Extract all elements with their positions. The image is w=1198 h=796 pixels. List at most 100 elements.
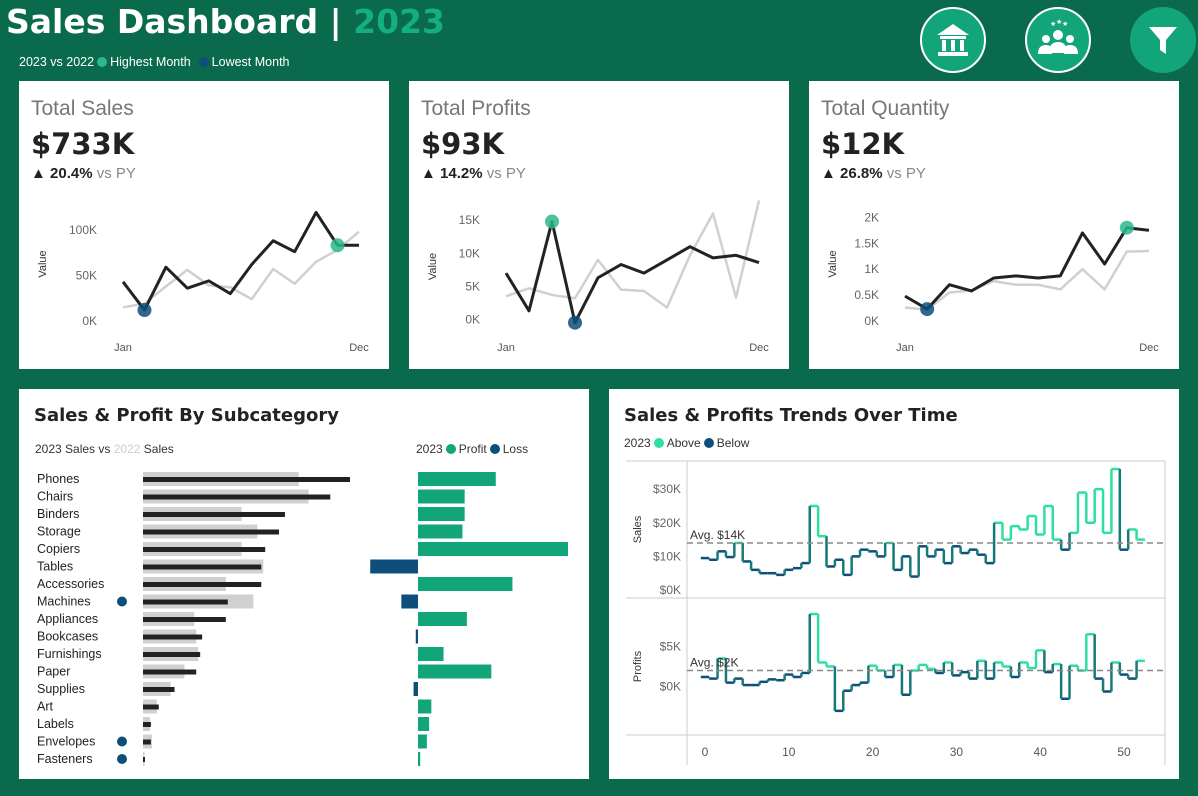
x-tick-label: 50 [1117, 745, 1131, 759]
x-tick-label: Jan [497, 342, 515, 354]
series-line-2023 [504, 220, 760, 325]
y-tick-label: 1K [864, 262, 879, 276]
legend-lowest-month: Lowest Month [211, 55, 290, 69]
sales-2023-bar [143, 669, 197, 675]
nav-filter-button[interactable] [1130, 7, 1196, 73]
profit-bar [418, 717, 430, 731]
sales-2023-bar [143, 652, 201, 657]
pane-axis-label: Sales [632, 515, 644, 543]
loss-bar [415, 629, 418, 644]
series-line-2022 [122, 230, 360, 309]
pane-axis-label: Profits [632, 650, 644, 682]
x-tick-label: Jan [896, 342, 914, 354]
sales-2023-bar [143, 477, 350, 482]
highest-month-dot-icon [97, 57, 108, 67]
highest-month-marker [330, 238, 345, 253]
sales-2023-bar [143, 599, 228, 605]
x-tick-label: Dec [1139, 342, 1159, 354]
loss-bar [401, 594, 418, 609]
y-tick-label: 1.5K [854, 236, 879, 250]
dashboard-title: Sales Dashboard | 2023 [6, 2, 445, 41]
subcategory-label: Envelopes [37, 735, 95, 749]
title-text: Sales Dashboard | [6, 2, 342, 41]
profit-bar [418, 752, 421, 766]
sales-2023-bar [143, 704, 159, 710]
y-tick-label: 50K [76, 268, 97, 282]
subcategory-label: Chairs [37, 490, 73, 504]
y-tick-label: 0K [82, 314, 97, 328]
kpi-card-quantity: Total Quantity $12K ▲ 26.8% vs PY Value 0… [809, 81, 1179, 369]
y-tick-label: 5K [465, 279, 480, 293]
title-year: 2023 [353, 2, 446, 41]
subcategory-panel: Sales & Profit By Subcategory 2023 Sales… [19, 389, 589, 779]
flag-dot-icon [117, 754, 127, 764]
y-tick-label: 0K [465, 312, 480, 326]
profit-bar [418, 489, 465, 504]
svg-text:★: ★ [1062, 20, 1068, 28]
y-tick-label: $30K [653, 482, 681, 496]
average-label: Avg. $14K [690, 528, 745, 542]
y-tick-label: 100K [69, 223, 97, 237]
loss-bar [413, 682, 418, 696]
subcategory-label: Copiers [37, 542, 80, 556]
subcategory-label: Fasteners [37, 752, 93, 766]
profit-bar [418, 577, 513, 591]
profit-bar [418, 699, 432, 714]
highest-month-marker [1119, 220, 1134, 235]
sales-2023-bar [143, 564, 262, 570]
profits-sparkline-chart: Value 0K 5K 10K 15K Jan Dec [427, 200, 769, 354]
profit-bar [418, 542, 568, 556]
x-tick-label: 30 [950, 745, 964, 759]
y-axis-label: Value [827, 250, 839, 277]
series-line-2023 [121, 210, 359, 312]
sales-2023-bar [143, 739, 151, 745]
series-line-2022 [904, 249, 1150, 311]
series-line-2023 [904, 226, 1150, 311]
x-tick-label: Dec [749, 342, 769, 354]
sales-2023-bar [143, 757, 145, 762]
legend-highest-month: Highest Month [110, 55, 191, 69]
subcategory-label: Machines [37, 595, 91, 609]
y-axis-label: Value [37, 250, 49, 277]
subcategory-label: Appliances [37, 612, 98, 626]
sales-2023-bar [143, 582, 262, 587]
nav-customers-button[interactable]: ★ ★ ★ [1025, 7, 1091, 73]
x-tick-label: 10 [782, 745, 796, 759]
sales-2023-bar [143, 617, 226, 622]
y-tick-label: 2K [864, 210, 879, 224]
lowest-month-dot-icon [198, 57, 209, 67]
x-tick-label: Jan [114, 342, 132, 354]
nav-overview-button[interactable] [920, 7, 986, 73]
trends-panel: Sales & Profits Trends Over Time 2023 Abo… [609, 389, 1179, 779]
customers-icon: ★ ★ ★ [1038, 18, 1078, 54]
sales-2023-bar [143, 529, 280, 535]
subcategory-chart: Phones Chairs Binders Storage Copiers Tables A… [37, 472, 568, 766]
loss-bar [370, 559, 418, 574]
profit-bar [418, 647, 444, 661]
x-tick-label: Dec [349, 342, 369, 354]
sales-2023-bar [143, 494, 331, 500]
quantity-sparkline-chart: Value 0K 0.5K 1K 1.5K 2K Jan Dec [827, 210, 1159, 354]
y-tick-label: $0K [660, 680, 681, 694]
y-tick-label: 0K [864, 314, 879, 328]
y-tick-label: 10K [459, 246, 480, 260]
flag-dot-icon [117, 596, 127, 607]
sales-2023-bar [143, 722, 151, 727]
y-tick-label: 0.5K [854, 288, 879, 302]
flag-dot-icon [117, 736, 127, 747]
subcategory-label: Phones [37, 472, 79, 486]
profit-bar [418, 612, 467, 626]
sales-2023-bar [143, 687, 175, 692]
y-tick-label: 15K [459, 213, 480, 227]
lowest-month-marker [568, 315, 582, 330]
y-tick-label: $20K [653, 516, 681, 530]
y-tick-label: $5K [660, 639, 681, 653]
highest-month-marker [545, 214, 559, 229]
y-tick-label: $10K [653, 549, 681, 563]
kpi-card-profits: Total Profits $93K ▲ 14.2% vs PY Value 0K… [409, 81, 789, 369]
profit-bar [418, 664, 492, 679]
bank-icon [937, 24, 969, 56]
kpi-card-sales: Total Sales $733K ▲ 20.4% vs PY Value 0K 5… [19, 81, 389, 369]
subcategory-label: Furnishings [37, 647, 102, 661]
average-label: Avg. $2K [690, 656, 738, 670]
